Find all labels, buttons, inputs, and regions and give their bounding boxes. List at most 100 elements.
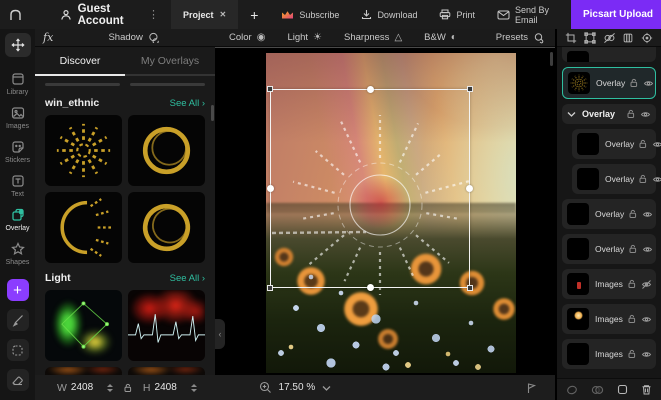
chevron-down-icon[interactable] <box>567 111 576 117</box>
zoom-control[interactable]: 17.50 % <box>259 381 332 394</box>
tab-my-overlays[interactable]: My Overlays <box>125 55 215 76</box>
overlay-thumb-gold-ring[interactable] <box>128 115 205 186</box>
crop-icon[interactable] <box>565 32 577 44</box>
light-button[interactable]: Light ☀ <box>287 32 322 43</box>
print-button[interactable]: Print <box>428 9 486 20</box>
shadow-button[interactable]: Shadow <box>108 32 159 43</box>
overlay-thumb-gold-circle[interactable] <box>128 192 205 263</box>
see-all-link-light[interactable]: See All › <box>170 273 205 284</box>
blend-icon[interactable] <box>591 385 604 395</box>
eye-icon[interactable] <box>643 79 654 88</box>
lock-icon[interactable] <box>627 314 637 324</box>
sidebar-item-stickers[interactable]: Stickers <box>5 139 30 164</box>
sidebar-item-shapes[interactable]: Shapes <box>6 241 29 266</box>
close-tab-icon[interactable]: ✕ <box>220 10 227 19</box>
eye-icon[interactable] <box>641 315 652 324</box>
subscribe-button[interactable]: Subscribe <box>270 10 350 20</box>
fx-button[interactable]: fx <box>35 31 53 44</box>
lock-icon[interactable] <box>629 78 639 88</box>
eye-icon[interactable] <box>640 110 651 119</box>
account-menu[interactable]: Guest Account <box>60 3 130 27</box>
chevron-down-icon[interactable] <box>322 385 331 391</box>
move-tool-button[interactable] <box>4 33 31 57</box>
unlink-icon[interactable] <box>603 32 616 44</box>
lock-icon[interactable] <box>627 279 637 289</box>
layer-group-overlay[interactable]: Overlay <box>562 104 656 124</box>
selection-handle-bottom[interactable] <box>366 284 374 291</box>
overlay-thumb-green-neon[interactable] <box>45 290 122 361</box>
picsart-upload-button[interactable]: Picsart Upload <box>570 0 661 29</box>
layer-row-overlay-bokeh[interactable]: Overlay <box>572 164 661 194</box>
overlay-thumb-gold-arc[interactable] <box>45 192 122 263</box>
collapse-panel-button[interactable]: ‹ <box>215 319 225 349</box>
frame-icon[interactable] <box>584 31 596 44</box>
delete-icon[interactable] <box>641 384 652 395</box>
home-button[interactable] <box>8 4 24 26</box>
panel-scrollbar[interactable] <box>211 105 214 121</box>
overlay-scroll-area[interactable]: win_ethnic See All › Light See All › <box>35 88 215 375</box>
layers-list[interactable]: Overlay Overlay Overlay Overlay Overlay … <box>557 47 661 378</box>
canvas-image[interactable] <box>266 53 516 373</box>
lock-icon[interactable] <box>628 209 638 219</box>
presets-button[interactable]: Presets <box>496 32 555 44</box>
overlay-thumb-partial[interactable] <box>45 367 122 375</box>
layer-row-images-hidden[interactable]: Images <box>562 269 656 299</box>
lock-icon[interactable] <box>626 109 636 119</box>
kebab-menu-icon[interactable]: ⋮ <box>140 8 167 21</box>
sidebar-item-overlay[interactable]: Overlay <box>5 207 30 232</box>
selection-box[interactable] <box>267 86 473 291</box>
overlay-thumb-gold-sunburst[interactable] <box>45 115 122 186</box>
eye-icon[interactable] <box>642 210 653 219</box>
selection-handle-bottom-right[interactable] <box>467 285 473 291</box>
canvas-scrollbar[interactable] <box>550 52 553 66</box>
selection-handle-bottom-left[interactable] <box>267 285 273 291</box>
layer-row-overlay-flame[interactable]: Overlay <box>562 234 656 264</box>
flag-button[interactable] <box>525 382 555 394</box>
overlay-thumb-heartbeat[interactable] <box>128 290 205 361</box>
lock-icon[interactable] <box>638 174 648 184</box>
selection-handle-top[interactable] <box>366 86 374 93</box>
layer-row-images-landscape[interactable]: Images <box>562 339 656 369</box>
mask-icon[interactable] <box>566 385 578 395</box>
sidebar-item-images[interactable]: Images <box>6 105 29 130</box>
download-button[interactable]: Download <box>350 9 428 20</box>
sidebar-item-library[interactable]: Library <box>7 71 28 96</box>
lock-ratio-icon[interactable] <box>123 383 133 393</box>
lock-icon[interactable] <box>627 349 637 359</box>
canvas-area[interactable]: ‹ <box>215 47 555 375</box>
add-button[interactable]: + <box>6 279 29 301</box>
adjust-icon[interactable] <box>641 32 653 44</box>
send-by-email-button[interactable]: Send By Email <box>486 5 571 25</box>
width-input[interactable] <box>70 382 103 393</box>
lock-icon[interactable] <box>638 139 648 149</box>
see-all-link-win-ethnic[interactable]: See All › <box>170 98 205 109</box>
overlay-thumb-partial[interactable] <box>128 367 205 375</box>
brush-tool-button[interactable] <box>6 309 29 331</box>
eye-icon[interactable] <box>642 245 653 254</box>
eye-icon[interactable] <box>652 175 661 184</box>
width-stepper[interactable] <box>106 383 113 392</box>
eraser-tool-button[interactable] <box>6 369 29 391</box>
sidebar-item-text[interactable]: Text <box>10 173 26 198</box>
color-button[interactable]: Color ◉ <box>229 32 265 43</box>
layer-row-overlay-selected[interactable]: Overlay <box>562 67 656 99</box>
eye-off-icon[interactable] <box>641 279 652 289</box>
tab-discover[interactable]: Discover <box>35 55 125 76</box>
selection-handle-left[interactable] <box>267 185 274 192</box>
layer-row-overlay-rainbow[interactable]: Overlay <box>562 199 656 229</box>
height-input[interactable] <box>154 382 187 393</box>
eye-icon[interactable] <box>641 350 652 359</box>
selection-tool-button[interactable] <box>6 339 29 361</box>
lock-icon[interactable] <box>628 244 638 254</box>
bw-button[interactable]: B&W ◐ <box>424 32 457 43</box>
new-project-button[interactable]: + <box>238 0 270 29</box>
selection-handle-top-left[interactable] <box>267 86 273 92</box>
height-stepper[interactable] <box>190 383 197 392</box>
eye-icon[interactable] <box>652 140 661 149</box>
layer-row-images-sunset[interactable]: Images <box>562 304 656 334</box>
selection-handle-right[interactable] <box>466 185 473 192</box>
layer-row-clipped[interactable] <box>562 47 656 62</box>
selection-handle-top-right[interactable] <box>467 86 473 92</box>
project-tab[interactable]: Project ✕ <box>171 0 239 29</box>
duplicate-icon[interactable] <box>617 384 628 395</box>
